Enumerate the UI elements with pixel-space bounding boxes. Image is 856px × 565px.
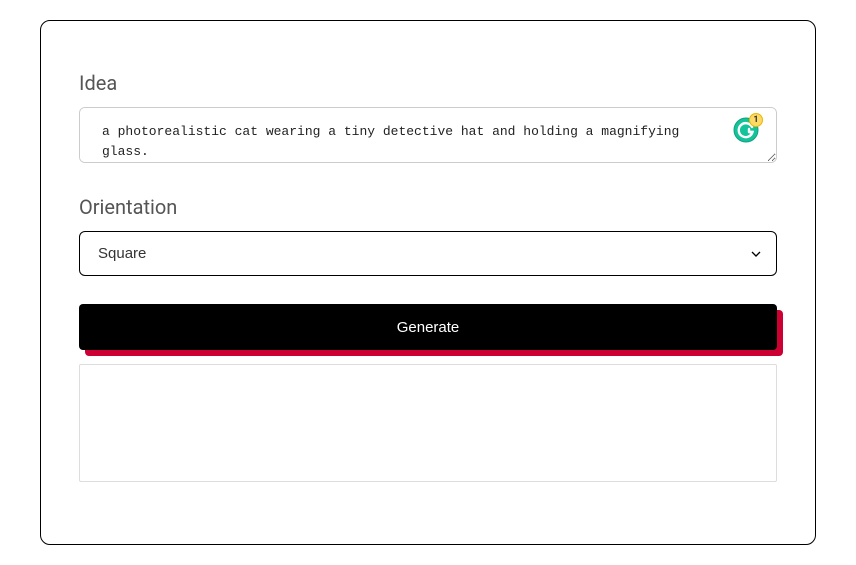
orientation-label: Orientation: [79, 195, 777, 219]
idea-label: Idea: [79, 71, 777, 95]
grammarly-icon[interactable]: 1: [733, 117, 759, 143]
generate-button-wrap: Generate: [79, 304, 777, 350]
output-area: [79, 364, 777, 482]
grammarly-badge: 1: [749, 113, 763, 127]
generate-button[interactable]: Generate: [79, 304, 777, 350]
form-card: Idea 1 Orientation Square Generate: [40, 20, 816, 545]
idea-textarea[interactable]: [79, 107, 777, 163]
orientation-select[interactable]: Square: [79, 231, 777, 276]
idea-field-wrap: 1: [79, 107, 777, 167]
